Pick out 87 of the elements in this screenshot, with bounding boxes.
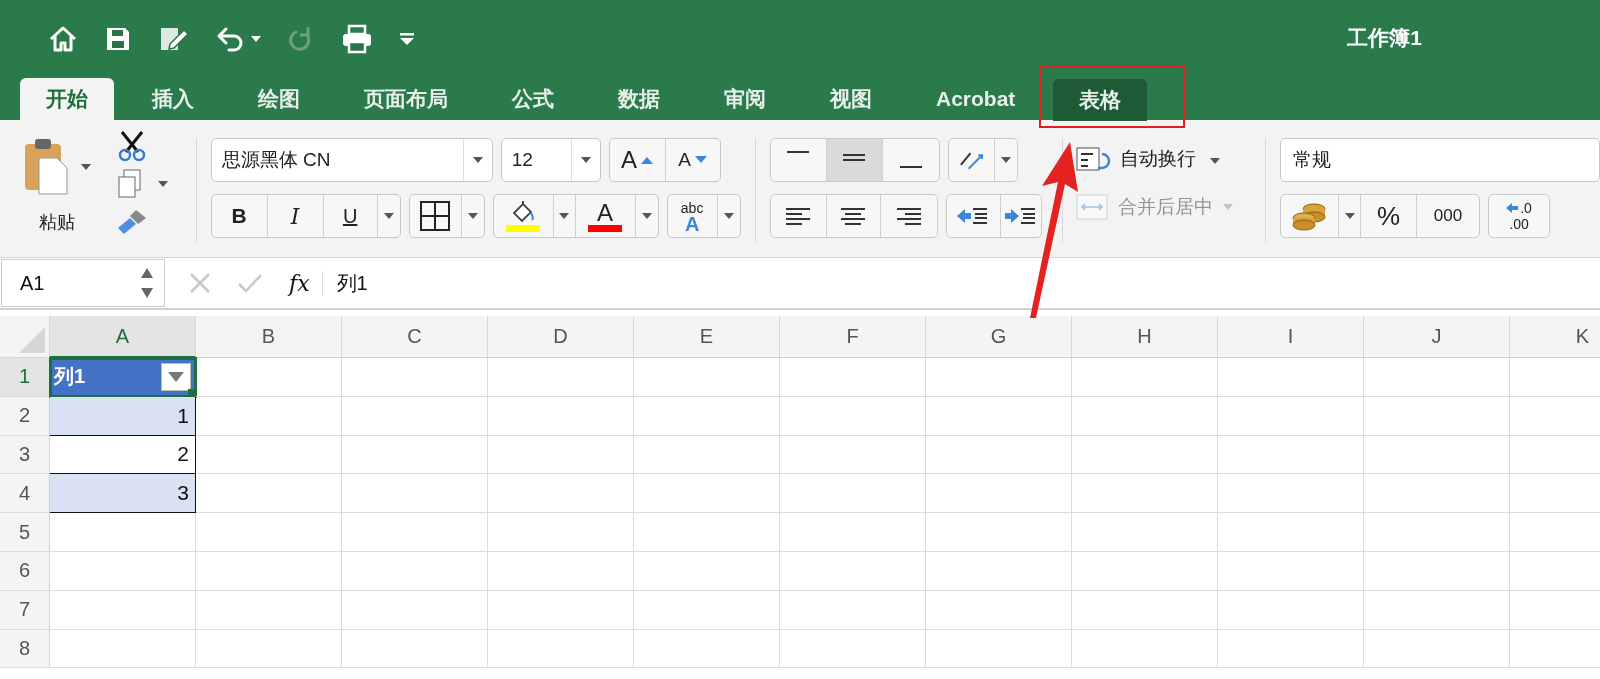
- caret-icon[interactable]: [641, 213, 652, 219]
- increase-decimal-button[interactable]: .0 .00: [1489, 195, 1549, 237]
- grow-font-button[interactable]: A: [609, 139, 666, 181]
- table-cell: 1: [50, 396, 196, 436]
- stepper-icon[interactable]: [140, 266, 154, 300]
- row-header[interactable]: 1: [0, 358, 50, 397]
- down-triangle-icon: [694, 156, 707, 164]
- caret-icon[interactable]: [80, 164, 91, 170]
- column-header[interactable]: H: [1072, 316, 1218, 358]
- coins-icon: [1291, 201, 1328, 231]
- row-header[interactable]: 6: [0, 552, 50, 591]
- ribbon-tab[interactable]: 绘图: [232, 78, 326, 120]
- formula-content[interactable]: 列1: [336, 269, 368, 297]
- caret-icon[interactable]: [472, 157, 483, 163]
- name-box[interactable]: A1: [1, 259, 165, 307]
- color-bar-icon: [588, 224, 623, 232]
- row-header[interactable]: 8: [0, 629, 50, 669]
- window-title: 工作簿1: [1347, 25, 1422, 51]
- ribbon-tab[interactable]: 公式: [486, 78, 580, 120]
- filter-dropdown-button[interactable]: [161, 362, 191, 391]
- row-header[interactable]: 5: [0, 513, 50, 552]
- ribbon-tab[interactable]: 审阅: [698, 78, 792, 120]
- caret-icon[interactable]: [157, 181, 168, 187]
- align-lines-icon: [895, 206, 922, 226]
- fill-handle[interactable]: [188, 388, 195, 396]
- percent-button[interactable]: %: [1361, 195, 1417, 237]
- align-lines-icon: [787, 151, 810, 153]
- font-size-field[interactable]: 12: [500, 138, 601, 182]
- middle-align-button[interactable]: [826, 139, 883, 181]
- save-icon[interactable]: [104, 25, 132, 53]
- caret-icon[interactable]: [580, 157, 591, 163]
- align-lines-icon: [840, 206, 867, 226]
- table-cell: 3: [50, 474, 196, 514]
- down-triangle-icon: [168, 371, 184, 382]
- column-header[interactable]: G: [926, 316, 1072, 358]
- table-header-cell[interactable]: 列1: [50, 358, 196, 397]
- caret-icon[interactable]: [1000, 157, 1011, 163]
- column-header[interactable]: I: [1218, 316, 1364, 358]
- number-format-field[interactable]: 常规: [1280, 138, 1600, 182]
- row-header[interactable]: 4: [0, 474, 50, 514]
- print-icon[interactable]: [341, 24, 373, 54]
- caret-icon[interactable]: [467, 213, 478, 219]
- indent-right-icon: [1004, 206, 1037, 226]
- home-icon[interactable]: [48, 24, 78, 54]
- caret-icon[interactable]: [723, 213, 734, 219]
- ribbon-tab[interactable]: Acrobat: [910, 78, 1042, 120]
- ribbon-tab[interactable]: 插入: [126, 78, 220, 120]
- column-header[interactable]: E: [634, 316, 780, 358]
- font-name-field[interactable]: 思源黑体 CN: [210, 138, 493, 182]
- column-header[interactable]: K: [1510, 316, 1600, 358]
- function-label[interactable]: fx: [289, 270, 323, 296]
- caret-icon[interactable]: [559, 213, 570, 219]
- column-header[interactable]: A: [50, 316, 196, 358]
- up-triangle-icon: [641, 156, 654, 164]
- column-header[interactable]: B: [196, 316, 342, 358]
- column-header[interactable]: C: [342, 316, 488, 358]
- align-lines-icon: [843, 154, 866, 161]
- shrink-font-button[interactable]: A: [665, 139, 720, 181]
- italic-button[interactable]: I: [267, 195, 324, 237]
- ribbon-tab[interactable]: 开始: [20, 78, 114, 120]
- thousands-separator-button[interactable]: 000: [1417, 195, 1479, 237]
- merge-cells-icon[interactable]: [1076, 194, 1109, 220]
- left-arrow-icon: [1506, 203, 1519, 213]
- row-header[interactable]: 2: [0, 396, 50, 436]
- ribbon-tab[interactable]: 数据: [592, 78, 686, 120]
- ribbon-tab[interactable]: 表格: [1053, 79, 1148, 121]
- column-header[interactable]: D: [488, 316, 634, 358]
- customize-toolbar-icon[interactable]: [399, 32, 415, 46]
- row-header[interactable]: 3: [0, 435, 50, 475]
- wrap-text-button[interactable]: 自动换行: [1120, 146, 1197, 172]
- indent-left-icon: [957, 206, 990, 226]
- column-header[interactable]: J: [1364, 316, 1510, 358]
- underline-button[interactable]: U: [323, 195, 378, 237]
- ribbon-tab[interactable]: 页面布局: [338, 78, 474, 120]
- row-header[interactable]: 7: [0, 590, 50, 630]
- borders-icon: [420, 201, 451, 231]
- paste-label[interactable]: 粘贴: [38, 210, 75, 234]
- paste-icon[interactable]: [22, 138, 71, 196]
- paint-bucket-icon: [505, 200, 542, 232]
- align-lines-icon: [785, 206, 812, 226]
- bold-button[interactable]: B: [211, 195, 268, 237]
- ribbon-tab[interactable]: 视图: [804, 78, 898, 120]
- caret-icon[interactable]: [383, 213, 394, 219]
- caret-icon[interactable]: [1344, 213, 1355, 219]
- caret-icon[interactable]: [1210, 158, 1221, 164]
- column-header[interactable]: F: [780, 316, 926, 358]
- align-lines-icon: [899, 166, 922, 168]
